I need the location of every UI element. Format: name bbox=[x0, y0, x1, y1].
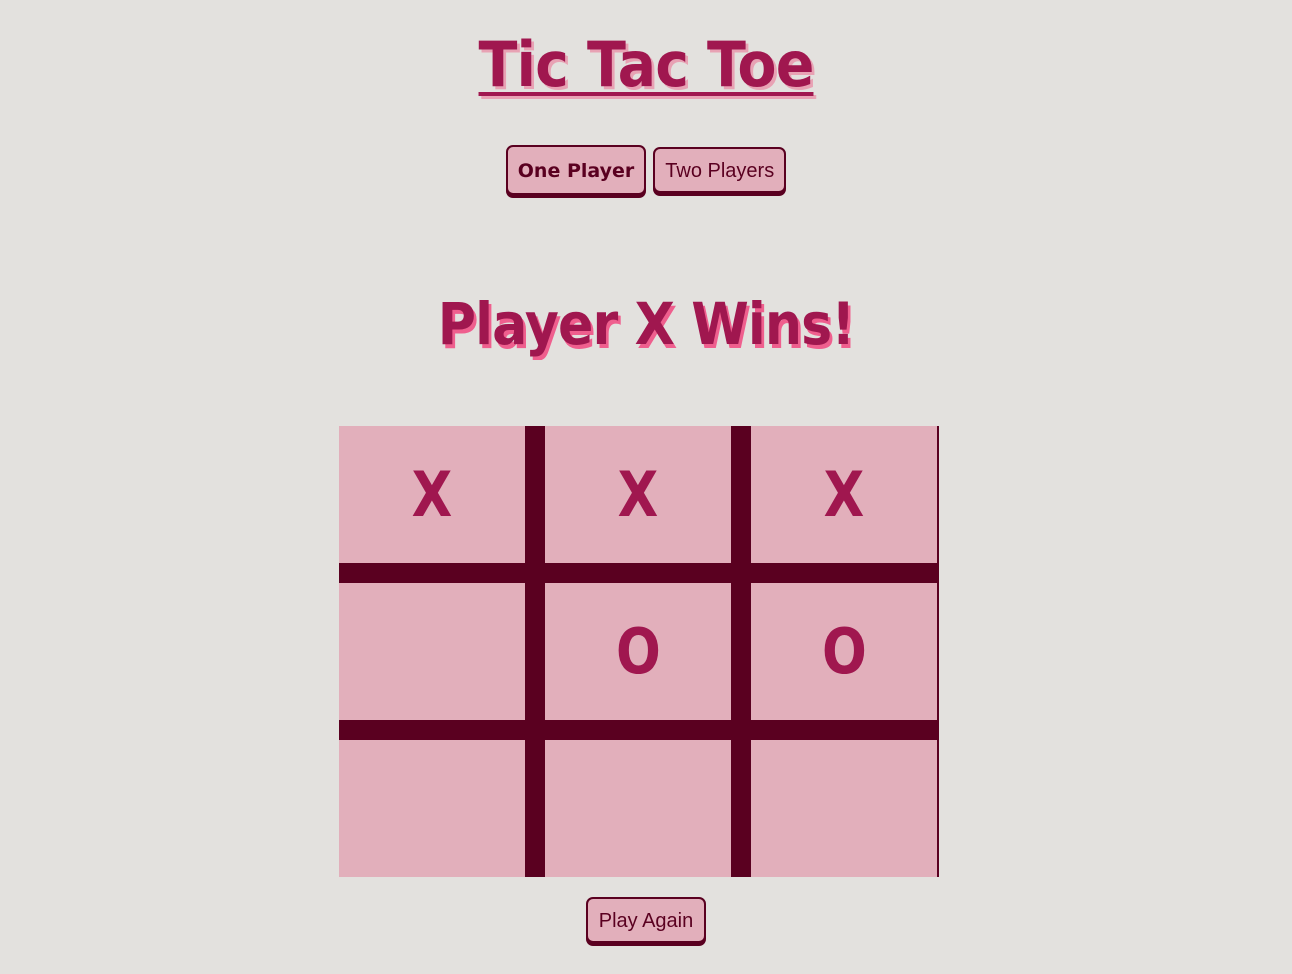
cell-mark: X bbox=[823, 458, 865, 531]
tic-tac-toe-page: Tic Tac Toe One Player Two Players Playe… bbox=[0, 0, 1292, 974]
board-cell-9[interactable] bbox=[751, 740, 937, 877]
one-player-button[interactable]: One Player bbox=[505, 145, 647, 195]
play-again-container: Play Again bbox=[0, 897, 1292, 943]
cell-mark: O bbox=[615, 615, 661, 688]
game-board: X X X O O bbox=[339, 426, 939, 877]
board-cell-3[interactable]: X bbox=[751, 426, 937, 563]
board-cell-2[interactable]: X bbox=[545, 426, 731, 563]
two-players-button[interactable]: Two Players bbox=[653, 147, 787, 193]
play-again-button[interactable]: Play Again bbox=[585, 897, 707, 943]
mode-selector: One Player Two Players bbox=[0, 145, 1292, 195]
cell-mark: O bbox=[821, 615, 867, 688]
cell-mark: X bbox=[411, 458, 453, 531]
board-cell-6[interactable]: O bbox=[751, 583, 937, 720]
cell-mark: X bbox=[617, 458, 659, 531]
board-cell-7[interactable] bbox=[339, 740, 525, 877]
board-cell-8[interactable] bbox=[545, 740, 731, 877]
page-title: Tic Tac Toe bbox=[478, 28, 815, 101]
board-cell-4[interactable] bbox=[339, 583, 525, 720]
game-status-message: Player X Wins! bbox=[437, 290, 855, 358]
board-cell-5[interactable]: O bbox=[545, 583, 731, 720]
board-cell-1[interactable]: X bbox=[339, 426, 525, 563]
